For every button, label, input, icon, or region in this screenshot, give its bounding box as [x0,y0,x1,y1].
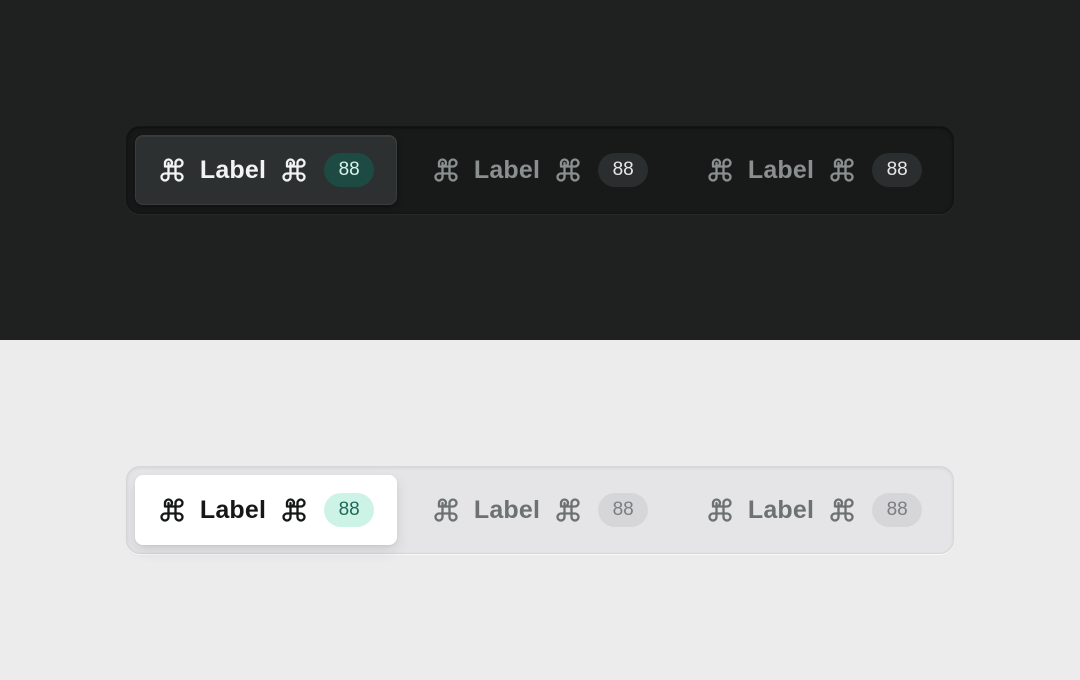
command-icon [828,156,856,184]
command-icon [828,496,856,524]
segment-label: Label [747,155,815,184]
count-badge: 88 [598,153,649,187]
segment-1-light[interactable]: Label 88 [135,475,397,545]
segment-2-dark[interactable]: Label 88 [409,135,671,205]
command-icon [158,156,186,184]
command-icon [554,496,582,524]
count-badge: 88 [324,493,375,527]
light-theme-panel: Label 88 Label 88 Label 88 [0,340,1080,680]
command-icon [554,156,582,184]
segment-3-light[interactable]: Label 88 [683,475,945,545]
command-icon [158,496,186,524]
command-icon [280,156,308,184]
segment-label: Label [199,495,267,524]
command-icon [280,496,308,524]
segment-label: Label [473,495,541,524]
segmented-control-light: Label 88 Label 88 Label 88 [126,466,954,554]
segment-label: Label [199,155,267,184]
segment-1-dark[interactable]: Label 88 [135,135,397,205]
command-icon [706,156,734,184]
segment-2-light[interactable]: Label 88 [409,475,671,545]
command-icon [432,156,460,184]
segment-3-dark[interactable]: Label 88 [683,135,945,205]
command-icon [706,496,734,524]
count-badge: 88 [872,493,923,527]
count-badge: 88 [324,153,375,187]
command-icon [432,496,460,524]
count-badge: 88 [598,493,649,527]
dark-theme-panel: Label 88 Label 88 Label 88 [0,0,1080,340]
segment-label: Label [747,495,815,524]
segment-label: Label [473,155,541,184]
segmented-control-dark: Label 88 Label 88 Label 88 [126,126,954,214]
count-badge: 88 [872,153,923,187]
